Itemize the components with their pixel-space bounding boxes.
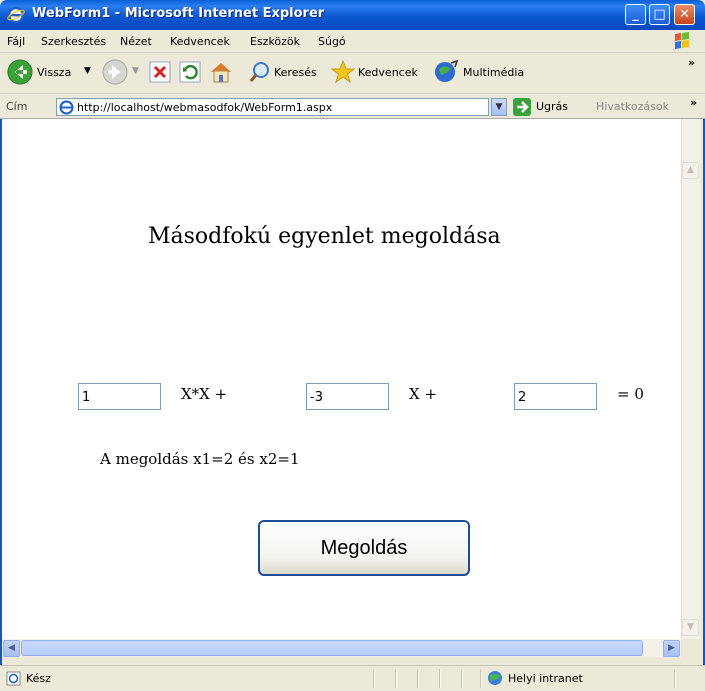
address-input[interactable]: http://localhost/webmasodfok/WebForm1.as… — [56, 98, 489, 116]
back-label[interactable]: Vissza — [37, 66, 71, 79]
equals-zero: = 0 — [617, 385, 644, 403]
status-separator — [461, 669, 463, 688]
menu-view[interactable]: Nézet — [120, 35, 152, 48]
status-separator — [373, 669, 375, 688]
status-page-icon — [6, 671, 21, 686]
x-term: X + — [409, 385, 438, 403]
search-icon[interactable] — [248, 60, 272, 84]
multimedia-icon[interactable] — [433, 59, 459, 85]
zone-text: Helyi intranet — [508, 672, 583, 685]
toolbar-overflow[interactable]: » — [688, 56, 695, 69]
window-title: WebForm1 - Microsoft Internet Explorer — [32, 6, 325, 21]
horizontal-scroll-thumb[interactable] — [21, 640, 643, 656]
page-heading: Másodfokú egyenlet megoldása — [148, 224, 501, 249]
menu-help[interactable]: Súgó — [318, 35, 346, 48]
scroll-up-icon[interactable]: ▲ — [682, 162, 699, 179]
scroll-down-icon[interactable]: ▼ — [682, 619, 699, 636]
status-text: Kész — [26, 672, 51, 685]
status-separator — [395, 669, 397, 688]
menu-favorites[interactable]: Kedvencek — [170, 35, 230, 48]
status-separator — [480, 669, 482, 688]
result-text: A megoldás x1=2 és x2=1 — [100, 450, 300, 468]
coefficient-a-input[interactable]: 1 — [78, 383, 161, 410]
solve-button[interactable]: Megoldás — [258, 520, 470, 576]
minimize-button[interactable]: _ — [625, 4, 646, 25]
home-icon[interactable] — [208, 59, 234, 85]
links-label[interactable]: Hivatkozások — [596, 100, 669, 113]
scroll-corner — [681, 639, 700, 657]
menu-file[interactable]: Fájl — [7, 35, 25, 48]
multimedia-label[interactable]: Multimédia — [463, 66, 524, 79]
status-separator — [439, 669, 441, 688]
address-bar: Cím http://localhost/webmasodfok/WebForm… — [0, 94, 705, 119]
x-squared-term: X*X + — [181, 385, 228, 403]
title-bar[interactable]: WebForm1 - Microsoft Internet Explorer _… — [0, 0, 705, 30]
windows-flag-icon — [675, 32, 689, 49]
coefficient-c-input[interactable]: 2 — [514, 383, 597, 410]
favorites-star-icon[interactable] — [330, 59, 356, 85]
page-ie-icon — [59, 100, 74, 115]
menu-edit[interactable]: Szerkesztés — [41, 35, 106, 48]
maximize-button[interactable]: □ — [649, 4, 670, 25]
status-separator — [417, 669, 419, 688]
links-overflow[interactable]: » — [690, 96, 697, 109]
address-url: http://localhost/webmasodfok/WebForm1.as… — [77, 101, 333, 114]
address-dropdown-icon[interactable]: ▼ — [491, 98, 507, 116]
scroll-right-icon[interactable]: ▶ — [663, 640, 680, 657]
close-button[interactable]: ✕ — [674, 4, 695, 25]
stop-icon[interactable] — [148, 60, 172, 84]
address-label: Cím — [6, 100, 28, 113]
menu-bar: Fájl Szerkesztés Nézet Kedvencek Eszközö… — [0, 30, 705, 53]
go-arrow-icon[interactable] — [512, 97, 532, 117]
ie-logo-icon — [7, 6, 25, 24]
toolbar: Vissza ▼ ▼ Keresés Kedvencek Multimédia … — [0, 53, 705, 94]
back-dropdown-icon[interactable]: ▼ — [84, 66, 91, 76]
vertical-scrollbar[interactable]: ▲ ▼ — [681, 119, 700, 639]
horizontal-scrollbar[interactable]: ◀ ▶ — [2, 639, 681, 657]
forward-dropdown-icon[interactable]: ▼ — [132, 66, 139, 76]
status-separator — [674, 669, 676, 688]
coefficient-b-input[interactable]: -3 — [306, 383, 389, 410]
go-label[interactable]: Ugrás — [536, 100, 568, 113]
favorites-label[interactable]: Kedvencek — [358, 66, 418, 79]
refresh-icon[interactable] — [178, 60, 202, 84]
status-bar: Kész Helyi intranet — [0, 665, 705, 691]
intranet-icon — [488, 671, 502, 685]
menu-tools[interactable]: Eszközök — [250, 35, 300, 48]
forward-arrow-icon[interactable] — [102, 59, 128, 85]
search-label[interactable]: Keresés — [274, 66, 317, 79]
scroll-left-icon[interactable]: ◀ — [3, 640, 20, 657]
back-arrow-icon[interactable] — [7, 59, 33, 85]
